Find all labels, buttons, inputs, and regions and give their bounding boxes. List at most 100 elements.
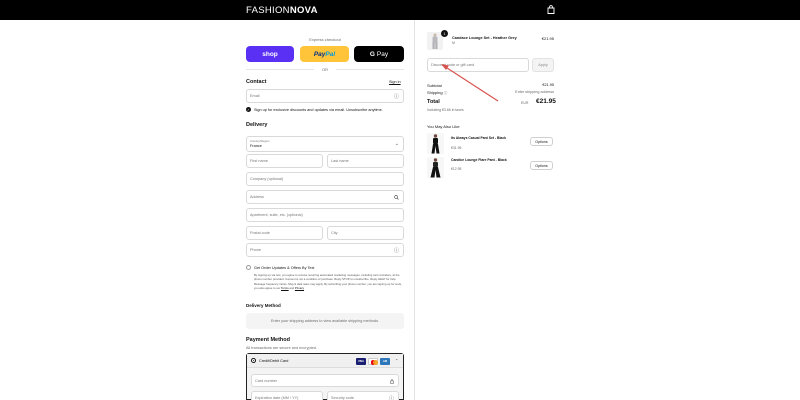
last-name-placeholder: Last name	[331, 159, 349, 163]
cart-item-variant: M	[452, 41, 455, 45]
recommendations-title: You May Also Like	[427, 124, 460, 129]
last-name-field[interactable]: Last name	[327, 154, 404, 168]
logo-text-part2: NOVA	[289, 5, 318, 16]
city-field[interactable]: City	[327, 226, 404, 240]
address-field[interactable]: Address	[246, 190, 404, 204]
payment-title: Payment Method	[246, 337, 291, 343]
column-divider	[414, 20, 415, 400]
country-value: France	[250, 144, 262, 148]
delivery-method-title: Delivery Method	[246, 303, 281, 308]
chevron-down-icon: ⌄	[394, 141, 399, 147]
site-header: FASHIONNOVA	[0, 0, 800, 20]
recommendation-image-2[interactable]	[427, 157, 444, 178]
shipping-label: Shipping	[427, 90, 443, 95]
terms-link[interactable]: Terms	[281, 286, 289, 290]
first-name-placeholder: First name	[250, 159, 268, 163]
brand-logo[interactable]: FASHIONNOVA	[246, 5, 318, 16]
postal-code-placeholder: Postal code	[250, 231, 270, 235]
country-select[interactable]: Country/Region France ⌄	[246, 136, 404, 152]
paypal-label-part2: Pal	[325, 50, 336, 58]
email-optin-label: Sign up for exclusive discounts and upda…	[254, 107, 383, 112]
google-g-icon: G	[369, 50, 375, 58]
expiry-field[interactable]: Expiration date (MM / YY)	[251, 391, 323, 400]
shop-pay-button[interactable]: shop	[246, 46, 294, 62]
legal-and: and	[289, 285, 295, 290]
help-icon[interactable]: ⓘ	[394, 93, 399, 100]
subtotal-value: €21.95	[542, 83, 554, 87]
recommendation-name-2[interactable]: Candice Lounge Flare Pant - Black	[451, 158, 507, 162]
logo-text-part1: FASHION	[246, 5, 290, 16]
postal-code-field[interactable]: Postal code	[246, 226, 323, 240]
recommendation-name-1[interactable]: Its Always Casual Pant Set - Black	[451, 136, 506, 140]
paypal-label-part1: Pay	[313, 50, 326, 58]
shopping-bag-icon[interactable]	[547, 5, 555, 14]
card-number-field[interactable]: Card number	[251, 374, 399, 387]
shipping-value: Enter shipping address	[515, 90, 554, 94]
total-value: €21.95	[536, 98, 556, 105]
apply-discount-button[interactable]: Apply	[532, 58, 554, 72]
security-code-placeholder: Security code	[331, 396, 355, 400]
paypal-button[interactable]: Pay Pal	[300, 46, 349, 62]
sms-optin-row[interactable]: Get Order Updates & Offers By Text	[246, 265, 314, 270]
flare-pant-image	[427, 157, 444, 178]
discount-code-field[interactable]: Discount code or gift card	[427, 58, 529, 72]
help-icon[interactable]: ⓘ	[394, 247, 399, 254]
checkmark-icon[interactable]: ✓	[246, 107, 251, 112]
sms-checkbox[interactable]	[246, 265, 251, 270]
email-placeholder: Email	[250, 94, 260, 98]
payment-subtitle: All transactions are secure and encrypte…	[246, 346, 317, 350]
sms-legal-text: By signing up via text, you agree to rec…	[254, 273, 402, 290]
shipping-methods-placeholder: Enter your shipping address to view avai…	[246, 313, 404, 329]
card-radio[interactable]	[251, 358, 256, 363]
discount-placeholder: Discount code or gift card	[431, 63, 475, 67]
company-field[interactable]: Company (optional)	[246, 172, 404, 186]
recommendation-image-1[interactable]	[427, 133, 444, 154]
search-icon	[394, 195, 399, 200]
express-checkout-label: Express checkout	[309, 37, 341, 42]
phone-field[interactable]: Phone ⓘ	[246, 243, 404, 257]
apartment-field[interactable]: Apartment, suite, etc. (optional)	[246, 208, 404, 222]
email-optin-row[interactable]: ✓ Sign up for exclusive discounts and up…	[246, 107, 383, 112]
card-number-placeholder: Card number	[255, 379, 278, 383]
country-label: Country/Region	[250, 139, 270, 143]
recommendation-price-2: €12.95	[451, 167, 462, 171]
recommendation-price-1: €31.95	[451, 146, 462, 150]
delivery-title: Delivery	[246, 122, 268, 128]
cart-item-name: Candace Lounge Set - Heather Grey	[452, 36, 517, 40]
google-pay-button[interactable]: G Pay	[354, 46, 404, 62]
sign-in-link[interactable]: Sign in	[389, 80, 401, 84]
privacy-link[interactable]: Privacy	[295, 286, 304, 290]
email-field[interactable]: Email ⓘ	[246, 89, 404, 103]
legal-body: By signing up via text, you agree to rec…	[254, 273, 402, 290]
pant-set-image	[427, 133, 444, 154]
more-cards-icon: ⌃	[395, 357, 399, 363]
shop-pay-label: shop	[262, 50, 278, 58]
shipping-label-row: Shipping ⓘ	[427, 90, 447, 96]
payment-option-card[interactable]: Credit/Debit Card VISA AM ⌃ Card number …	[246, 353, 404, 400]
options-button-2[interactable]: Options	[530, 161, 553, 170]
total-label: Total	[427, 99, 440, 105]
expiry-placeholder: Expiration date (MM / YY)	[255, 396, 299, 400]
card-option-label: Credit/Debit Card	[259, 358, 289, 363]
or-label: OR	[322, 67, 328, 72]
address-placeholder: Address	[250, 195, 264, 199]
cart-item-price: €21.95	[541, 36, 554, 41]
options-button-1[interactable]: Options	[530, 137, 553, 146]
apartment-placeholder: Apartment, suite, etc. (optional)	[250, 213, 303, 217]
city-placeholder: City	[331, 231, 338, 235]
security-code-field[interactable]: Security code ⓘ	[327, 391, 399, 400]
help-icon[interactable]: ⓘ	[389, 395, 394, 400]
shipping-info-icon[interactable]: ⓘ	[444, 91, 448, 95]
contact-title: Contact	[246, 79, 267, 85]
google-pay-label: Pay	[376, 50, 389, 58]
amex-text: AM	[382, 360, 388, 363]
visa-text: VISA	[357, 360, 365, 363]
visa-icon: VISA	[356, 358, 366, 365]
card-option-header[interactable]: Credit/Debit Card VISA AM ⌃	[247, 354, 403, 368]
first-name-field[interactable]: First name	[246, 154, 323, 168]
mastercard-icon	[368, 358, 378, 365]
quantity-badge: 1	[441, 30, 448, 37]
lock-icon	[390, 378, 394, 384]
tax-note: Including €3.66 in taxes	[427, 108, 464, 112]
subtotal-label: Subtotal	[427, 83, 442, 88]
